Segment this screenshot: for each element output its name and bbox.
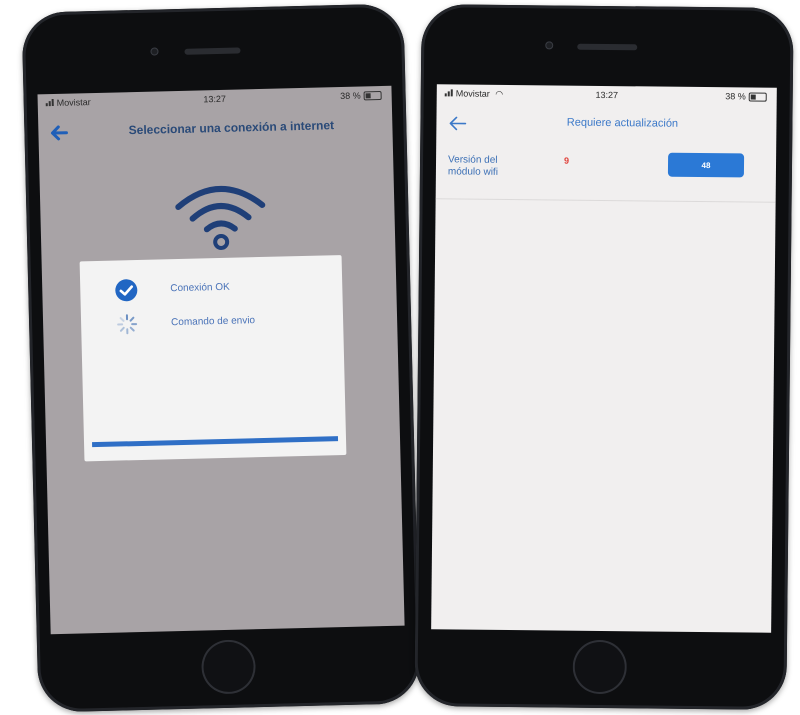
status-label: Comando de envio — [170, 315, 256, 329]
status-time: 13:27 — [203, 93, 227, 105]
left-screen: Movistar 13:27 38 % Seleccionar una cone… — [37, 85, 405, 635]
earpiece-speaker — [577, 43, 638, 51]
battery-percent: 38 % — [725, 91, 746, 102]
battery-percent: 38 % — [339, 90, 361, 102]
status-bar: Movistar ◠ 13:27 38 % — [437, 84, 777, 106]
list-item: Conexión OK — [80, 273, 343, 305]
right-screen: Movistar ◠ 13:27 38 % Requiere actualiza… — [431, 84, 777, 633]
front-camera — [545, 41, 554, 50]
update-version-button[interactable]: 48 — [667, 152, 745, 178]
back-arrow-icon[interactable] — [48, 122, 71, 145]
left-phone: Movistar 13:27 38 % Seleccionar una cone… — [21, 3, 421, 713]
progress-fill — [92, 436, 339, 448]
wifi-icon — [175, 186, 266, 250]
back-arrow-icon[interactable] — [446, 112, 468, 134]
spinner-icon — [117, 314, 138, 335]
battery-icon — [363, 90, 382, 100]
list-item: Comando de envio — [81, 307, 344, 339]
page-title: Requiere actualización — [566, 116, 679, 130]
battery-icon — [748, 92, 767, 102]
current-version: 9 — [564, 155, 570, 166]
home-button[interactable] — [200, 639, 257, 695]
nav-bar: Requiere actualización — [436, 106, 776, 144]
earpiece-speaker — [184, 47, 241, 55]
home-button[interactable] — [572, 639, 628, 695]
connection-dialog: Conexión OK Comando de envio — [79, 255, 347, 462]
nav-bar: Seleccionar una conexión a internet — [38, 108, 393, 151]
front-camera — [150, 47, 159, 56]
progress-bar — [92, 436, 339, 448]
version-row: Versión del módulo wifi 9 48 — [435, 144, 777, 203]
page-title: Seleccionar una conexión a internet — [128, 118, 335, 138]
check-circle-icon — [115, 279, 138, 302]
right-phone: Movistar ◠ 13:27 38 % Requiere actualiza… — [414, 4, 794, 710]
version-label: Versión del módulo wifi — [447, 154, 499, 178]
status-label: Conexión OK — [170, 281, 230, 295]
